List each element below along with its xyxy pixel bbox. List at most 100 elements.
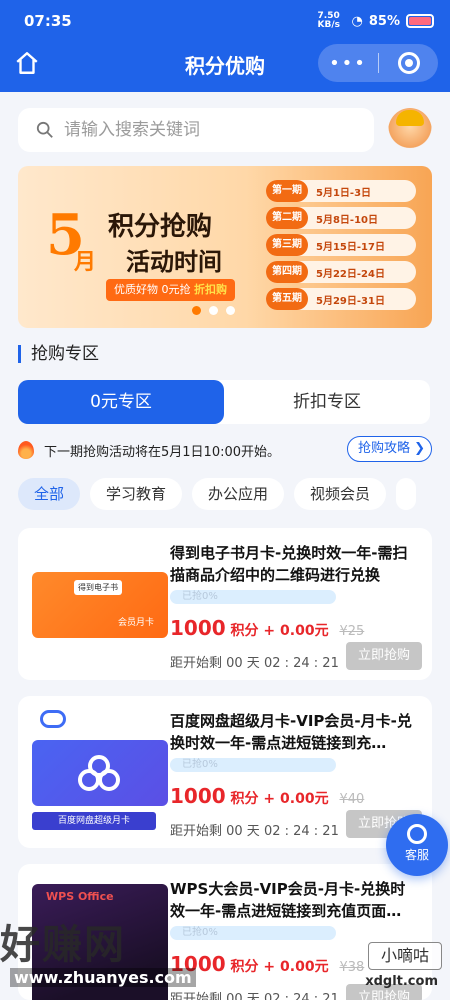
avatar[interactable] xyxy=(388,108,432,154)
battery-percent: 85% xyxy=(368,13,400,29)
period-item: 第四期 5月22日-24日 xyxy=(266,261,416,283)
cloud-icon xyxy=(78,755,120,791)
mini-program-capsule: ••• xyxy=(318,44,438,82)
period-item: 第五期 5月29日-31日 xyxy=(266,288,416,310)
period-name: 第一期 xyxy=(266,180,308,202)
network-speed: 7.50 KB/s xyxy=(317,11,341,30)
nav-bar: 积分优购 ••• xyxy=(0,42,450,84)
notice-text: 下一期抢购活动将在5月1日10:00开始。 xyxy=(44,444,281,460)
target-icon xyxy=(397,52,420,74)
banner-tag: 优质好物 0元抢 折扣购 xyxy=(106,279,235,301)
carousel-dot[interactable] xyxy=(192,306,201,315)
product-card[interactable]: 百度网盘超级月卡 百度网盘超级月卡-VIP会员-月卡-兑换时效一年-需点进短链接… xyxy=(18,696,432,848)
watermark-logo: 好赚网 xyxy=(0,922,126,968)
product-price: 1000 积分 + 0.00元 ¥25 xyxy=(170,616,364,640)
countdown: 距开始剩 00 天 02 : 24 : 21 xyxy=(170,992,339,1000)
status-time: 07:35 xyxy=(24,12,72,30)
cash-value: + 0.00元 xyxy=(263,623,329,639)
period-name: 第三期 xyxy=(266,234,308,256)
period-date: 5月22日-24日 xyxy=(316,268,385,280)
points-unit: 积分 xyxy=(230,959,259,975)
points-value: 1000 xyxy=(170,616,226,640)
watermark-site: xdglt.com xyxy=(365,974,438,989)
battery-icon xyxy=(406,14,434,28)
period-item: 第二期 5月8日-10日 xyxy=(266,207,416,229)
points-unit: 积分 xyxy=(230,791,259,807)
buy-button[interactable]: 立即抢购 xyxy=(346,642,422,670)
banner-title: 积分抢购 xyxy=(108,212,213,242)
product-image-label: 得到电子书 xyxy=(74,580,122,595)
period-name: 第二期 xyxy=(266,207,308,229)
customer-service-label: 客服 xyxy=(404,848,429,862)
period-list: 第一期 5月1日-3日 第二期 5月8日-10日 第三期 5月15日-17日 第四期 5… xyxy=(266,180,416,315)
period-date: 5月8日-10日 xyxy=(316,214,378,226)
notice-bar: 下一期抢购活动将在5月1日10:00开始。 抢购攻略 ❯ xyxy=(18,436,432,464)
period-date: 5月1日-3日 xyxy=(316,187,372,199)
banner-tag-discount: 折扣购 xyxy=(194,283,227,296)
original-price: ¥38 xyxy=(339,960,365,975)
cash-value: + 0.00元 xyxy=(263,791,329,807)
chip-office[interactable]: 办公应用 xyxy=(192,478,285,510)
category-chips: 全部 学习教育 办公应用 视频会员 xyxy=(18,478,450,512)
zone-tabs: 0元专区 折扣专区 xyxy=(18,380,430,424)
banner-month: 月 xyxy=(74,250,97,275)
carousel-dots[interactable] xyxy=(192,306,235,315)
search-icon xyxy=(36,121,53,138)
chip-all[interactable]: 全部 xyxy=(18,478,81,510)
countdown: 距开始剩 00 天 02 : 24 : 21 xyxy=(170,656,339,671)
product-image xyxy=(32,740,168,806)
cash-value: + 0.00元 xyxy=(263,959,329,975)
tab-discount[interactable]: 折扣专区 xyxy=(224,380,430,424)
headset-icon xyxy=(407,824,427,844)
product-image-label: WPS Office xyxy=(46,890,114,903)
wifi-icon: ◔ xyxy=(351,13,363,29)
close-button[interactable] xyxy=(379,52,438,74)
carousel-dot[interactable] xyxy=(226,306,235,315)
period-name: 第四期 xyxy=(266,261,308,283)
status-indicators: 7.50 KB/s ◔ 85% xyxy=(318,12,434,30)
period-item: 第三期 5月15日-17日 xyxy=(266,234,416,256)
banner-tag-zero: 0元抢 xyxy=(161,283,191,296)
product-image-label: 百度网盘超级月卡 xyxy=(32,812,156,830)
banner-tag-pre: 优质好物 xyxy=(114,283,158,296)
banner-subtitle: 活动时间 xyxy=(126,248,222,276)
product-image-sub: 会员月卡 xyxy=(117,618,154,628)
period-date: 5月15日-17日 xyxy=(316,241,385,253)
watermark-url: www.zhuanyes.com xyxy=(10,968,196,987)
product-card[interactable]: 得到电子书 会员月卡 得到电子书月卡-兑换时效一年-需扫描商品介绍中的二维码进行… xyxy=(18,528,432,680)
progress-bar: 已抢0% xyxy=(170,926,336,940)
points-value: 1000 xyxy=(170,784,226,808)
tab-zero-yuan[interactable]: 0元专区 xyxy=(18,380,224,424)
product-name: 得到电子书月卡-兑换时效一年-需扫描商品介绍中的二维码进行兑换 xyxy=(170,544,408,584)
product-name: WPS大会员-VIP会员-月卡-兑换时效一年-需点进短链接到充值页面… xyxy=(170,880,406,920)
product-price: 1000 积分 + 0.00元 ¥40 xyxy=(170,784,364,808)
progress-bar: 已抢0% xyxy=(170,590,336,604)
product-image: 得到电子书 会员月卡 xyxy=(32,572,168,638)
app-header: 07:35 7.50 KB/s ◔ 85% 积分优购 ••• xyxy=(0,0,450,92)
period-date: 5月29日-31日 xyxy=(316,295,385,307)
customer-service-button[interactable]: 客服 xyxy=(386,814,448,876)
baidu-netdisk-logo-icon xyxy=(40,710,66,728)
watermark-brand: 小嘀咕 xyxy=(368,942,442,970)
carousel-dot[interactable] xyxy=(209,306,218,315)
chip-more[interactable] xyxy=(396,478,417,510)
original-price: ¥40 xyxy=(339,792,365,807)
product-price: 1000 积分 + 0.00元 ¥38 xyxy=(170,952,364,976)
search-bar[interactable] xyxy=(18,108,374,152)
product-name: 百度网盘超级月卡-VIP会员-月卡-兑换时效一年-需点进短链接到充… xyxy=(170,712,412,752)
fire-icon xyxy=(18,441,34,459)
promo-banner[interactable]: 5 月 积分抢购 活动时间 优质好物 0元抢 折扣购 第一期 5月1日-3日 第二… xyxy=(18,166,432,328)
more-icon[interactable]: ••• xyxy=(318,53,378,74)
status-bar: 07:35 7.50 KB/s ◔ 85% xyxy=(0,0,450,40)
progress-bar: 已抢0% xyxy=(170,758,336,772)
section-title: 抢购专区 xyxy=(18,345,99,363)
search-input[interactable] xyxy=(64,120,354,140)
guide-button[interactable]: 抢购攻略 ❯ xyxy=(346,436,432,462)
worker-hat-icon xyxy=(396,110,424,126)
period-name: 第五期 xyxy=(266,288,308,310)
countdown: 距开始剩 00 天 02 : 24 : 21 xyxy=(170,824,339,839)
points-unit: 积分 xyxy=(230,623,259,639)
chip-education[interactable]: 学习教育 xyxy=(90,478,183,510)
original-price: ¥25 xyxy=(339,624,365,639)
chip-video[interactable]: 视频会员 xyxy=(294,478,387,510)
